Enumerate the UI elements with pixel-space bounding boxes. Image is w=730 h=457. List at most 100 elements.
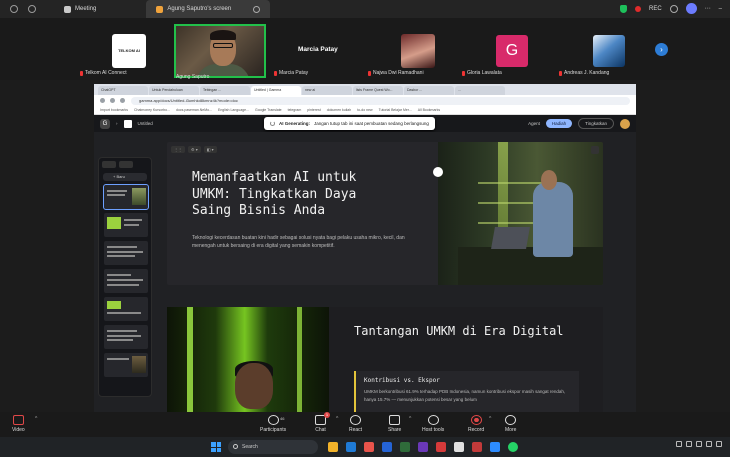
callout-card[interactable]: Kontribusi vs. Ekspor UMKM berkontribusi… <box>354 371 579 412</box>
notes-icon[interactable] <box>454 442 464 452</box>
participant-tile-marcia[interactable]: Marcia Patay Marcia Patay <box>270 20 364 78</box>
drag-handle-icon[interactable]: ⋮⋮ <box>171 146 185 153</box>
initial-avatar: G <box>496 35 528 67</box>
forward-icon[interactable] <box>110 98 115 103</box>
card-settings-icon[interactable]: ⚙ ▾ <box>188 146 201 153</box>
bookmark[interactable]: to-do new <box>357 108 372 112</box>
volume-icon[interactable] <box>696 441 702 447</box>
chevron-up-icon[interactable]: ^ <box>35 416 37 422</box>
tab-shared-screen[interactable]: Agung Saputro's screen <box>146 0 271 18</box>
word-icon[interactable] <box>382 442 392 452</box>
slide-title[interactable]: Tantangan UMKM di Era Digital <box>354 323 574 339</box>
bookmark[interactable]: Import bookmarks <box>100 108 128 112</box>
host-tools-button[interactable]: Host tools <box>422 415 444 433</box>
chevron-up-icon[interactable] <box>676 441 682 447</box>
battery-icon[interactable] <box>706 441 712 447</box>
gamma-logo[interactable]: G <box>100 118 110 129</box>
bookmark[interactable]: docs.paseman.NeMo... <box>176 108 212 112</box>
chrome-icon[interactable] <box>364 442 374 452</box>
browser-tab[interactable]: Tebingan ... <box>200 86 250 95</box>
settings-icon[interactable] <box>669 4 678 13</box>
browser-tab[interactable]: new ai <box>302 86 352 95</box>
chevron-up-icon[interactable]: ^ <box>336 416 338 422</box>
participant-tile-agung[interactable]: Agung Saputro <box>172 20 266 80</box>
slide-thumbnail[interactable] <box>104 269 148 293</box>
firefox-icon[interactable] <box>472 442 482 452</box>
chat-button[interactable]: 1 Chat <box>315 412 330 433</box>
taskbar-search[interactable]: Search <box>228 440 318 454</box>
slide-thumbnail[interactable] <box>104 241 148 265</box>
share-button[interactable]: Share <box>388 415 401 433</box>
bookmark[interactable]: telegram <box>288 108 302 112</box>
slide-thumbnail[interactable] <box>104 297 148 321</box>
view-toggle-icon[interactable] <box>102 161 116 168</box>
bookmark[interactable]: Tutorial Belajar Mer... <box>379 108 412 112</box>
agent-button[interactable]: Agent <box>528 121 540 126</box>
new-card-button[interactable]: + Baru <box>103 173 147 181</box>
windows-start-icon[interactable] <box>211 442 221 452</box>
present-button[interactable]: Hadiah <box>545 119 573 128</box>
profile-avatar[interactable] <box>685 3 697 14</box>
teams-icon[interactable] <box>418 442 428 452</box>
notification-icon[interactable] <box>716 441 722 447</box>
participant-tile-gloria[interactable]: G Gloria Lawalata <box>458 20 552 78</box>
screen-share-icon <box>156 5 164 13</box>
react-button[interactable]: React <box>349 415 362 433</box>
close-icon[interactable] <box>253 5 261 13</box>
slide-thumbnail[interactable] <box>104 213 148 237</box>
reload-icon[interactable] <box>120 98 125 103</box>
participant-tile-najwa[interactable]: Najwa Dwi Ramadhani <box>364 20 458 78</box>
bookmark[interactable]: pinterest <box>307 108 320 112</box>
next-page-arrow-icon[interactable]: › <box>655 43 668 56</box>
browser-tab[interactable]: Dasbor ... <box>404 86 454 95</box>
bookmark[interactable]: All Bookmarks <box>418 108 440 112</box>
browser-tab[interactable]: Untuk Pendahuluan <box>149 86 199 95</box>
participant-tile-telkom[interactable]: TELKOM AI CONNECT Telkom AI Connect <box>76 20 170 87</box>
bookmark[interactable]: dokumen kuliah <box>327 108 352 112</box>
image-edit-icon[interactable] <box>433 167 443 177</box>
bookmark[interactable]: Google Translate <box>255 108 282 112</box>
slide-body[interactable]: Teknologi kecerdasan buatan kini hadir s… <box>192 234 422 250</box>
more-button[interactable]: More <box>505 415 516 433</box>
app-icon[interactable] <box>436 442 446 452</box>
zoom-title-bar: Meeting Agung Saputro's screen REC ⋯ – <box>0 0 730 18</box>
slide-thumbnail[interactable] <box>103 184 149 210</box>
bookmark[interactable]: English Language... <box>218 108 249 112</box>
browser-tab[interactable]: ChatGPT <box>98 86 148 95</box>
wifi-icon[interactable] <box>686 441 692 447</box>
participant-strip: TELKOM AI CONNECT Telkom AI Connect Agun… <box>0 18 730 87</box>
slide-title[interactable]: Memanfaatkan AI untuk UMKM: Tingkatkan D… <box>192 170 392 220</box>
zoom-icon[interactable] <box>490 442 500 452</box>
record-button[interactable]: Record <box>468 415 484 433</box>
slide-thumbnail[interactable] <box>104 353 148 377</box>
browser-tab[interactable]: ... <box>455 86 505 95</box>
doc-name[interactable]: Untitled <box>138 121 153 126</box>
url-field[interactable]: gamma.app/docs/Untitled-i3umhkd8kmnz4k?m… <box>131 96 630 105</box>
back-icon[interactable] <box>100 98 105 103</box>
file-explorer-icon[interactable] <box>328 442 338 452</box>
grid-view-icon[interactable] <box>119 161 133 168</box>
info-icon[interactable] <box>10 5 18 13</box>
layout-icon[interactable]: ◧ ▾ <box>203 146 217 153</box>
slide-thumbnail[interactable] <box>104 325 148 349</box>
more-icon[interactable]: ⋯ <box>705 5 711 12</box>
tab-meeting[interactable]: Meeting <box>54 0 106 18</box>
participant-tile-andreas[interactable]: Andreas J. Kandang <box>555 20 649 78</box>
search-icon <box>233 444 238 449</box>
edge-icon[interactable] <box>346 442 356 452</box>
whatsapp-icon[interactable] <box>508 442 518 452</box>
card-menu-icon[interactable] <box>591 146 599 154</box>
excel-icon[interactable] <box>400 442 410 452</box>
minimize-icon[interactable]: – <box>719 6 722 12</box>
slide-challenges-card[interactable]: Tantangan UMKM di Era Digital Kontribusi… <box>167 307 603 412</box>
chevron-up-icon[interactable]: ^ <box>489 416 491 422</box>
user-avatar[interactable] <box>620 118 630 129</box>
shield-outline-icon[interactable] <box>28 5 36 13</box>
upgrade-button[interactable]: Tingkatkan <box>578 118 614 129</box>
bookmark[interactable]: Chatmoney Kursorbo... <box>134 108 170 112</box>
chevron-up-icon[interactable]: ^ <box>409 416 411 422</box>
video-button[interactable]: Video <box>12 415 25 433</box>
browser-tab[interactable]: lists Frame Quest Wo... <box>353 86 403 95</box>
slide-title-card[interactable]: ⋮⋮ ⚙ ▾ ◧ ▾ Memanfaatkan AI untuk UMKM: T… <box>167 142 603 285</box>
browser-tab-active[interactable]: Untitled | Gamma <box>251 86 301 95</box>
